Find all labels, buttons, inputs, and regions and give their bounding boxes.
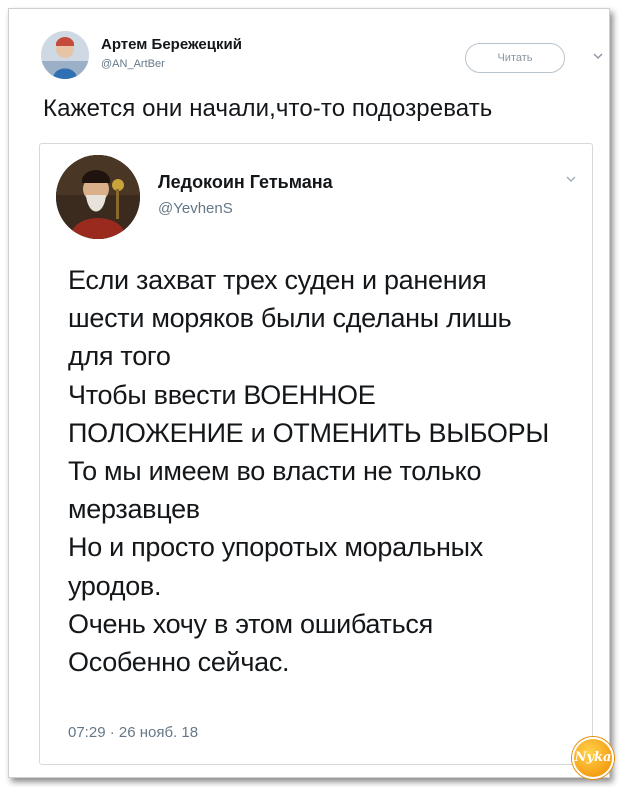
chevron-down-icon[interactable] [591, 49, 605, 63]
quoted-author-handle[interactable]: @YevhenS [158, 200, 233, 217]
tweet-text: Кажется они начали,что-то подозревать [43, 95, 493, 122]
quoted-timestamp[interactable]: 07:29 · 26 нояб. 18 [68, 724, 198, 741]
watermark-logo: Nyka [572, 737, 614, 779]
outer-tweet-header: Артем Бережецкий @AN_ArtBer Читать [31, 27, 609, 87]
author-handle[interactable]: @AN_ArtBer [101, 58, 165, 70]
quoted-tweet[interactable]: Ледокоин Гетьмана @YevhenS Если захват т… [39, 143, 593, 765]
quoted-avatar[interactable] [56, 155, 140, 239]
quoted-author-name[interactable]: Ледокоин Гетьмана [158, 172, 333, 193]
quoted-tweet-text: Если захват трех суден и ранения шести м… [68, 265, 549, 678]
screenshot-frame: Артем Бережецкий @AN_ArtBer Читать Кажет… [8, 8, 614, 779]
author-name[interactable]: Артем Бережецкий [101, 36, 242, 53]
follow-button[interactable]: Читать [465, 43, 565, 73]
chevron-down-icon[interactable] [564, 172, 578, 186]
avatar[interactable] [41, 31, 89, 79]
